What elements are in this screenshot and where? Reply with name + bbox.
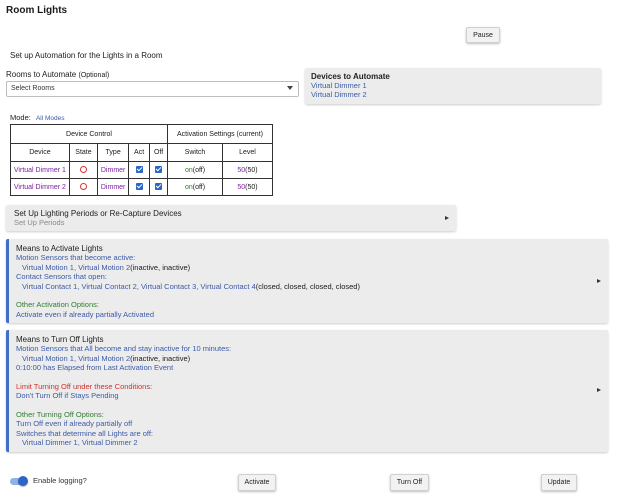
off-elapsed: 0:10:00 has Elapsed from Last Activation…	[16, 363, 174, 372]
off-motion-row: Virtual Motion 1, Virtual Motion 2(inact…	[16, 354, 601, 364]
activation-settings-header: Activation Settings (current)	[167, 124, 273, 144]
checkbox-checked-icon	[155, 183, 163, 191]
chevron-right-icon	[597, 388, 601, 392]
rooms-select[interactable]: Select Rooms	[6, 81, 299, 97]
off-switches-devices: Virtual Dimmer 1, Virtual Dimmer 2	[22, 438, 138, 447]
activate-other-label: Other Activation Options:	[16, 300, 99, 309]
pause-button[interactable]: Pause	[466, 27, 500, 43]
chevron-down-icon	[287, 86, 293, 90]
level-current: (50)	[245, 183, 258, 191]
level-cell[interactable]: 50(50)	[222, 178, 273, 196]
act-cell[interactable]	[128, 178, 151, 196]
state-off-icon	[79, 183, 87, 191]
col-level: Level	[222, 143, 273, 162]
turn-off-lights-panel[interactable]: Means to Turn Off Lights Motion Sensors …	[6, 330, 608, 452]
rooms-label: Rooms to Automate (Optional)	[6, 70, 109, 79]
devices-to-automate-box[interactable]: Devices to Automate Virtual Dimmer 1 Vir…	[305, 68, 601, 104]
switch-cell[interactable]: on(off)	[167, 178, 223, 196]
off-switches-label: Switches that determine all Lights are o…	[16, 428, 154, 438]
device-name[interactable]: Virtual Dimmer 1	[10, 161, 70, 179]
rooms-label-text: Rooms to Automate	[6, 70, 77, 79]
off-motion-state: (inactive, inactive)	[130, 353, 191, 363]
activate-motion-row: Virtual Motion 1, Virtual Motion 2(inact…	[16, 263, 601, 273]
state-cell[interactable]	[68, 161, 99, 179]
level-value: 50	[237, 183, 246, 191]
state-off-icon	[79, 166, 87, 174]
setup-heading: Set up Automation for the Lights in a Ro…	[10, 51, 163, 60]
mode-row: Mode: All Modes	[10, 113, 65, 122]
activate-contact-devices: Virtual Contact 1, Virtual Contact 2, Vi…	[22, 281, 256, 291]
device-type: Dimmer	[97, 178, 130, 196]
rooms-optional: (Optional)	[78, 72, 110, 79]
switch-current: (off)	[192, 183, 206, 191]
device-item: Virtual Dimmer 2	[311, 90, 367, 99]
off-motion-devices: Virtual Motion 1, Virtual Motion 2	[22, 353, 131, 363]
switch-on-value: on	[184, 183, 193, 191]
off-limit-label: Limit Turning Off under these Conditions…	[16, 381, 153, 391]
checkbox-checked-icon	[155, 166, 163, 174]
activate-contact-label: Contact Sensors that open:	[16, 272, 107, 281]
logging-label: Enable logging?	[33, 476, 87, 485]
device-control-header: Device Control	[10, 124, 168, 144]
off-motion-label: Motion Sensors that All become and stay …	[16, 344, 232, 353]
table-row: Virtual Dimmer 1 Dimmer on(off) 50(50)	[10, 161, 273, 179]
col-device: Device	[10, 143, 70, 162]
page-title: Room Lights	[6, 5, 68, 16]
mode-link[interactable]: All Modes	[36, 115, 65, 122]
level-value: 50	[237, 166, 246, 174]
activate-other-value: Activate even if already partially Activ…	[16, 309, 154, 319]
device-table: Device Control Activation Settings (curr…	[10, 124, 273, 196]
chevron-right-icon	[597, 279, 601, 283]
table-row: Virtual Dimmer 2 Dimmer on(off) 50(50)	[10, 178, 273, 196]
lighting-periods-title: Set Up Lighting Periods or Re-Capture De…	[14, 209, 182, 218]
col-off: Off	[149, 143, 168, 162]
devices-header: Devices to Automate	[311, 72, 390, 81]
update-button[interactable]: Update	[541, 474, 577, 491]
off-other-label: Other Turning Off Options:	[16, 409, 104, 419]
act-cell[interactable]	[128, 161, 151, 179]
col-state: State	[68, 143, 99, 162]
device-item: Virtual Dimmer 1	[311, 81, 367, 90]
col-switch: Switch	[167, 143, 223, 162]
checkbox-checked-icon	[135, 166, 143, 174]
col-type: Type	[97, 143, 130, 162]
switch-current: (off)	[192, 166, 206, 174]
off-title: Means to Turn Off Lights	[16, 335, 104, 344]
activate-title: Means to Activate Lights	[16, 244, 103, 253]
lighting-periods-subtitle: Set Up Periods	[14, 218, 65, 227]
activate-button[interactable]: Activate	[238, 474, 276, 491]
rooms-select-placeholder: Select Rooms	[11, 85, 55, 92]
chevron-right-icon	[445, 216, 449, 220]
logging-toggle[interactable]	[10, 476, 28, 486]
checkbox-checked-icon	[135, 183, 143, 191]
activate-contact-state: (closed, closed, closed, closed)	[255, 281, 360, 291]
device-type: Dimmer	[97, 161, 130, 179]
off-other-value: Turn Off even if already partially off	[16, 419, 133, 428]
activate-lights-panel[interactable]: Means to Activate Lights Motion Sensors …	[6, 239, 608, 323]
lighting-periods-panel[interactable]: Set Up Lighting Periods or Re-Capture De…	[6, 205, 456, 231]
mode-label: Mode:	[10, 113, 31, 122]
off-cell[interactable]	[149, 178, 168, 196]
device-name[interactable]: Virtual Dimmer 2	[10, 178, 70, 196]
toggle-knob	[18, 476, 28, 486]
activate-motion-state: (inactive, inactive)	[130, 262, 191, 272]
switch-cell[interactable]: on(off)	[167, 161, 223, 179]
col-act: Act	[128, 143, 151, 162]
turn-off-button[interactable]: Turn Off	[390, 474, 429, 491]
level-current: (50)	[245, 166, 258, 174]
activate-contact-row: Virtual Contact 1, Virtual Contact 2, Vi…	[16, 282, 601, 292]
off-cell[interactable]	[149, 161, 168, 179]
state-cell[interactable]	[68, 178, 99, 196]
switch-on-value: on	[184, 166, 193, 174]
level-cell[interactable]: 50(50)	[222, 161, 273, 179]
activate-motion-label: Motion Sensors that become active:	[16, 253, 136, 262]
activate-motion-devices: Virtual Motion 1, Virtual Motion 2	[22, 262, 131, 272]
off-limit-value: Don't Turn Off if Stays Pending	[16, 391, 119, 400]
